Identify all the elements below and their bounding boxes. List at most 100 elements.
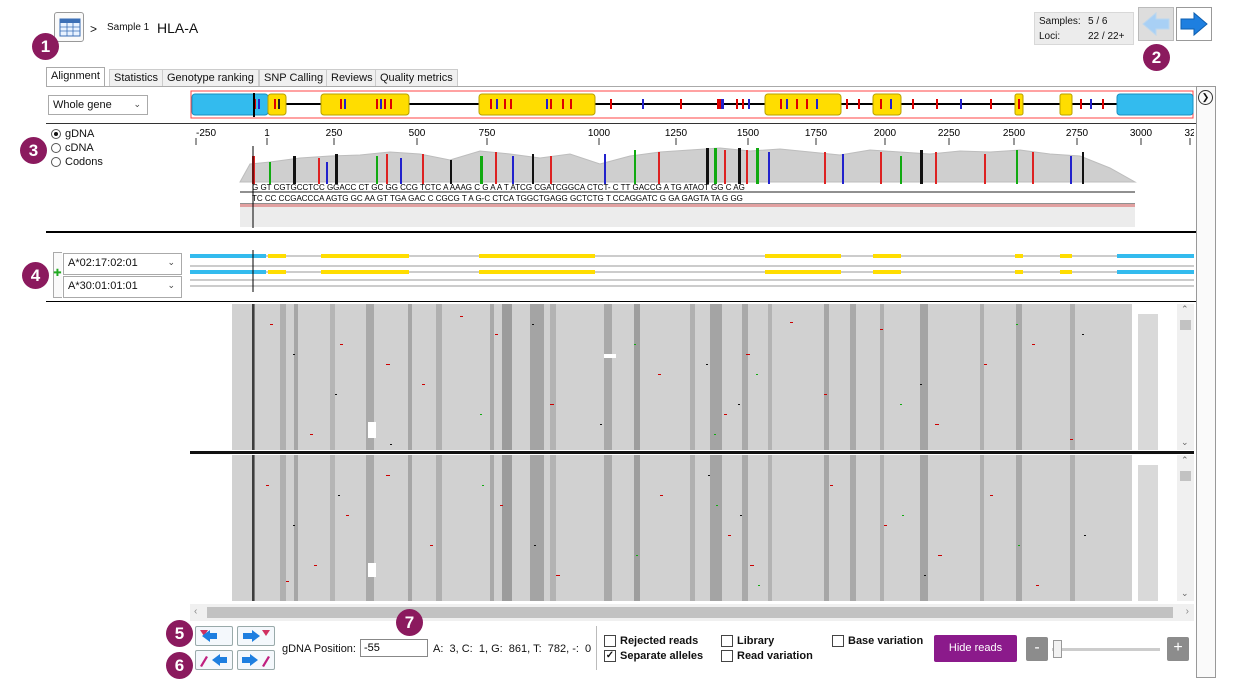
radio-button[interactable] xyxy=(51,129,61,139)
axis-tick-label: 2000 xyxy=(874,128,897,139)
page-title: HLA-A xyxy=(157,20,199,36)
link-icon[interactable]: ✚ xyxy=(53,268,62,280)
allele-2-select[interactable]: A*30:01:01:01 ⌄ xyxy=(63,276,182,298)
checkbox-label: Read variation xyxy=(737,650,813,662)
arrow-left-icon xyxy=(1142,11,1170,37)
annotation-badge-6: 6 xyxy=(166,652,193,679)
tab-statistics[interactable]: Statistics xyxy=(109,69,164,86)
breadcrumb-sample[interactable]: Sample 1 xyxy=(107,22,149,33)
allele-tracks xyxy=(190,250,1194,292)
next-sample-button[interactable] xyxy=(1176,7,1212,41)
axis-tick-label: 1500 xyxy=(737,128,760,139)
tab-snp-calling[interactable]: SNP Calling xyxy=(259,69,329,86)
radio-button[interactable] xyxy=(51,143,61,153)
arrow-right-icon xyxy=(1180,11,1208,37)
checkbox[interactable] xyxy=(604,635,616,647)
chevron-down-icon: ⌄ xyxy=(133,99,141,109)
rejected-reads-option[interactable]: Rejected reads xyxy=(604,635,698,647)
scroll-down-icon[interactable]: ⌄ xyxy=(1181,437,1189,448)
checkbox[interactable] xyxy=(721,635,733,647)
read-variation-option[interactable]: Read variation xyxy=(721,650,813,662)
counters-panel: Samples: 5 / 6 Loci: 22 / 22+ xyxy=(1034,12,1134,45)
radio-codons[interactable]: Codons xyxy=(51,156,103,168)
base-counts: A: 3, C: 1, G: 861, T: 782, -: 0 xyxy=(433,643,592,655)
annotation-badge-2: 2 xyxy=(1143,44,1170,71)
position-input[interactable] xyxy=(360,639,428,657)
reads-pileup xyxy=(232,304,1158,450)
next-unresolved-button[interactable] xyxy=(237,626,275,646)
axis-tick-label: 1250 xyxy=(665,128,688,139)
pencil-right-icon xyxy=(242,654,270,667)
checkbox-label: Library xyxy=(737,635,775,647)
table-icon xyxy=(59,18,81,37)
allele-2-value: A*30:01:01:01 xyxy=(68,280,138,292)
position-label: gDNA Position: xyxy=(282,643,356,655)
zoom-slider-thumb[interactable] xyxy=(1053,640,1062,658)
tab-alignment[interactable]: Alignment xyxy=(46,67,105,87)
chevron-down-icon: ⌄ xyxy=(167,257,175,267)
base-variation-option[interactable]: Base variation xyxy=(832,635,923,647)
axis-tick-label: -250 xyxy=(196,128,216,139)
radio-gdna[interactable]: gDNA xyxy=(51,128,94,140)
annotation-badge-1: 1 xyxy=(32,33,59,60)
reads-pane-allele-1[interactable] xyxy=(190,304,1177,450)
axis-tick-label: 2250 xyxy=(938,128,961,139)
zoom-in-button[interactable]: + xyxy=(1167,637,1189,661)
radio-button[interactable] xyxy=(51,157,61,167)
scroll-thumb[interactable] xyxy=(1180,471,1191,481)
scroll-up-icon[interactable]: ⌃ xyxy=(1181,304,1189,315)
annotation-badge-4: 4 xyxy=(22,262,49,289)
previous-edit-button[interactable] xyxy=(195,650,233,670)
region-select[interactable]: Whole gene ⌄ xyxy=(48,95,148,115)
tab-genotype-ranking[interactable]: Genotype ranking xyxy=(162,69,259,86)
annotation-badge-5: 5 xyxy=(166,620,193,647)
checkbox-label: Separate alleles xyxy=(620,650,704,662)
checkbox[interactable] xyxy=(721,650,733,662)
allele-1-select[interactable]: A*02:17:02:01 ⌄ xyxy=(63,253,182,275)
separate-alleles-option[interactable]: ✓ Separate alleles xyxy=(604,650,703,662)
previous-unresolved-button[interactable] xyxy=(195,626,233,646)
allele-1-value: A*02:17:02:01 xyxy=(68,257,138,269)
checkbox[interactable] xyxy=(832,635,844,647)
region-select-value: Whole gene xyxy=(53,99,112,111)
zoom-slider-track[interactable] xyxy=(1052,648,1160,651)
gene-overview[interactable] xyxy=(190,90,1194,120)
radio-label: Codons xyxy=(65,156,103,168)
tab-quality-metrics[interactable]: Quality metrics xyxy=(375,69,458,86)
reads-pileup xyxy=(232,455,1158,601)
axis-tick-label: 750 xyxy=(479,128,496,139)
breadcrumb-separator: > xyxy=(90,22,98,36)
axis-tick-label: 1750 xyxy=(805,128,828,139)
samples-value: 5 / 6 xyxy=(1088,16,1108,27)
samples-label: Samples: xyxy=(1039,16,1081,27)
radio-label: cDNA xyxy=(65,142,94,154)
scroll-thumb[interactable] xyxy=(1180,320,1191,330)
horizontal-scrollbar[interactable]: ‹ › xyxy=(190,604,1194,621)
coverage-track: G GT CGTGCCTCC GGACC CT GC GG CCG TCTC A… xyxy=(239,146,1137,228)
scroll-left-icon[interactable]: ‹ xyxy=(194,606,197,617)
scroll-down-icon[interactable]: ⌄ xyxy=(1181,588,1189,599)
scroll-thumb[interactable] xyxy=(207,607,1173,618)
annotation-badge-7: 7 xyxy=(396,609,423,636)
reads-scrollbar-2[interactable]: ⌃ ⌄ xyxy=(1177,455,1194,601)
scroll-up-icon[interactable]: ⌃ xyxy=(1181,455,1189,466)
scroll-right-icon[interactable]: › xyxy=(1186,606,1189,617)
pencil-left-icon xyxy=(200,654,227,667)
axis-tick-label: 500 xyxy=(409,128,426,139)
reads-pane-allele-2[interactable] xyxy=(190,455,1177,601)
tab-reviews[interactable]: Reviews xyxy=(326,69,378,86)
axis-tick-label: 3000 xyxy=(1130,128,1153,139)
checkbox-checked[interactable]: ✓ xyxy=(604,650,616,662)
reads-scrollbar-1[interactable]: ⌃ ⌄ xyxy=(1177,304,1194,450)
next-edit-button[interactable] xyxy=(237,650,275,670)
svg-text:G GT CGTGCCTCC GGACC CT G: G GT CGTGCCTCC GGACC CT GC GG CCG TCTC A… xyxy=(252,183,745,192)
loci-value: 22 / 22+ xyxy=(1088,31,1125,42)
sample-table-button[interactable] xyxy=(54,12,84,42)
chevron-right-circle-icon[interactable]: ❯ xyxy=(1198,90,1213,105)
library-option[interactable]: Library xyxy=(721,635,774,647)
hide-reads-button[interactable]: Hide reads xyxy=(934,635,1017,662)
svg-text:TC CC CCGACCCA AGTG GC AA: TC CC CCGACCCA AGTG GC AA GT TGA GAC C C… xyxy=(252,194,743,203)
radio-cdna[interactable]: cDNA xyxy=(51,142,94,154)
previous-sample-button[interactable] xyxy=(1138,7,1174,41)
zoom-out-button[interactable]: - xyxy=(1026,637,1048,661)
